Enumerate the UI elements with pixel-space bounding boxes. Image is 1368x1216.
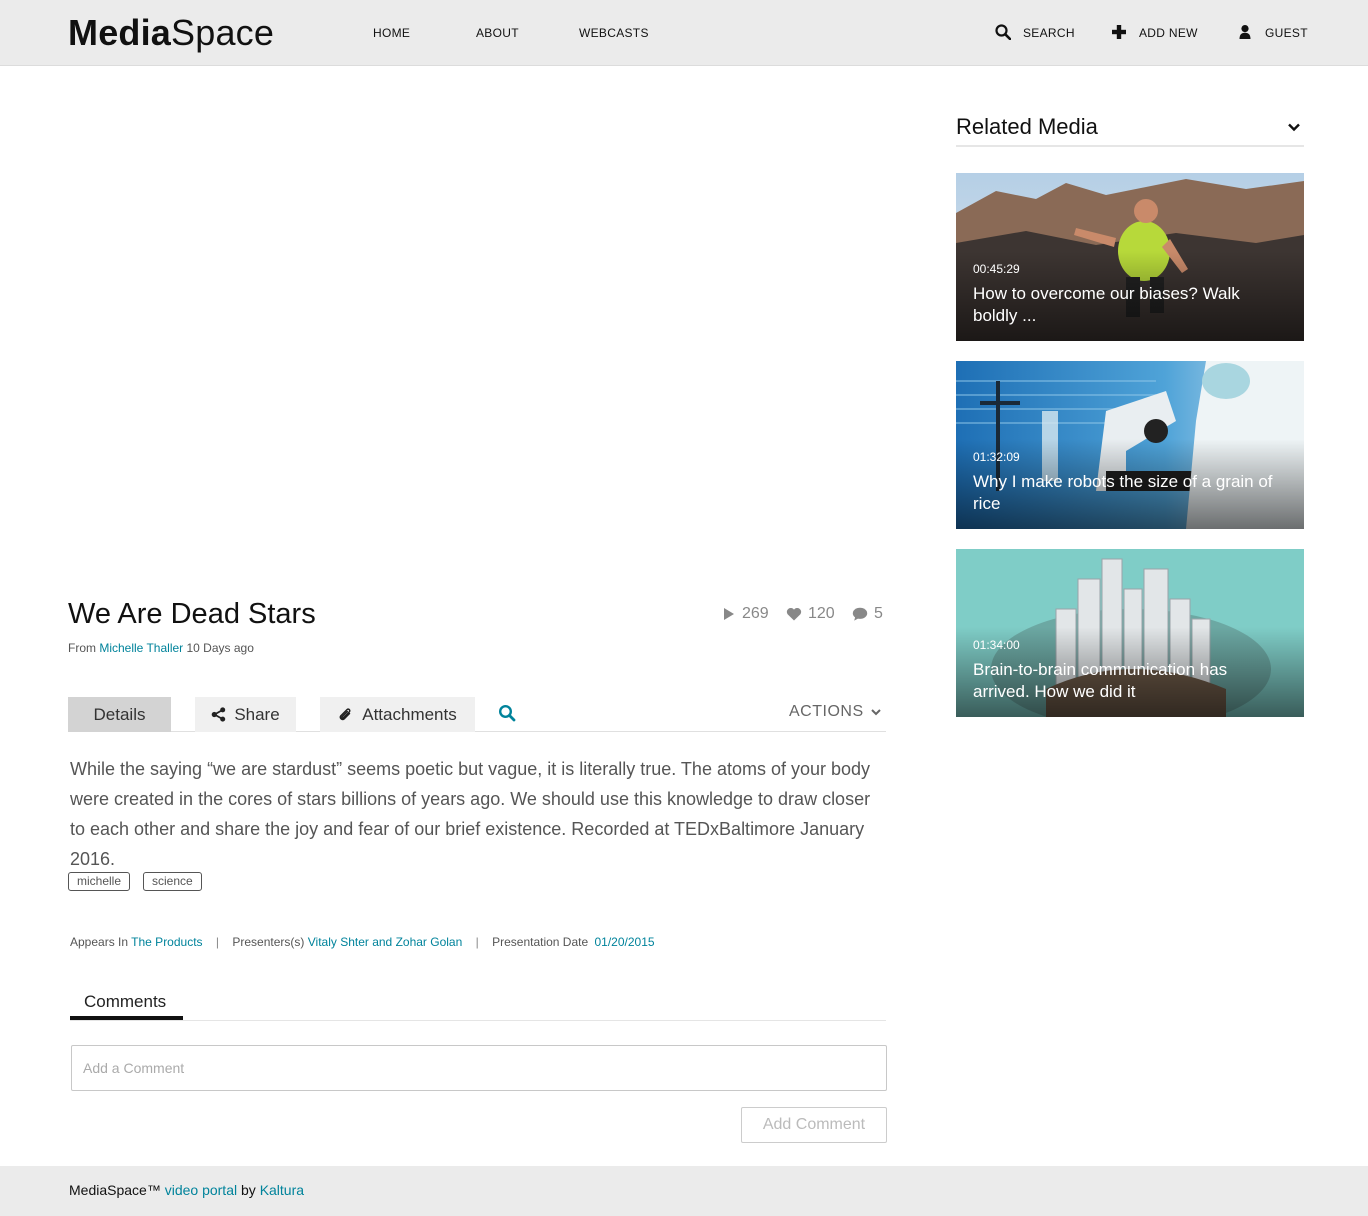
nav-webcasts[interactable]: WEBCASTS bbox=[579, 26, 649, 40]
duration-label: 01:34:00 bbox=[973, 638, 1020, 652]
related-media-item[interactable]: 00:45:29 How to overcome our biases? Wal… bbox=[956, 173, 1304, 341]
chevron-down-icon[interactable] bbox=[1286, 120, 1302, 134]
tab-comments[interactable]: Comments bbox=[84, 992, 166, 1012]
tab-details-label: Details bbox=[93, 704, 146, 724]
add-comment-button[interactable]: Add Comment bbox=[741, 1107, 887, 1143]
logo-bold-text: Media bbox=[68, 12, 172, 53]
top-header: MediaSpace HOME ABOUT WEBCASTS SEARCH AD… bbox=[0, 0, 1368, 66]
tag-michelle[interactable]: michelle bbox=[68, 872, 131, 891]
footer-text: MediaSpace™ video portal by Kaltura bbox=[69, 1182, 304, 1198]
actions-dropdown[interactable]: ACTIONS bbox=[789, 703, 882, 721]
tabs-divider bbox=[68, 731, 886, 732]
footer-brand: MediaSpace™ bbox=[69, 1182, 161, 1198]
media-age: 10 Days ago bbox=[186, 641, 254, 655]
likes-stat[interactable]: 120 bbox=[786, 604, 835, 624]
guest-menu[interactable]: GUEST bbox=[1265, 26, 1308, 40]
nav-about[interactable]: ABOUT bbox=[476, 26, 519, 40]
comments-count: 5 bbox=[874, 605, 883, 622]
user-icon[interactable] bbox=[1237, 24, 1253, 40]
author-link[interactable]: Michelle Thaller bbox=[99, 641, 183, 655]
search-button[interactable]: SEARCH bbox=[1023, 26, 1075, 40]
appears-in-label: Appears In bbox=[70, 935, 129, 949]
tag-science[interactable]: science bbox=[143, 872, 202, 891]
tab-attachments[interactable]: Attachments bbox=[320, 697, 475, 732]
comment-bubble-icon bbox=[852, 607, 868, 621]
related-media-title-text: Brain-to-brain communication has arrived… bbox=[973, 660, 1228, 701]
kaltura-link[interactable]: Kaltura bbox=[260, 1182, 304, 1198]
related-media-title-text: How to overcome our biases? Walk boldly … bbox=[973, 284, 1240, 325]
media-byline: From Michelle Thaller 10 Days ago bbox=[68, 641, 254, 655]
comments-divider bbox=[70, 1020, 886, 1021]
search-in-video-icon[interactable] bbox=[498, 704, 516, 722]
chevron-down-icon bbox=[870, 709, 881, 716]
media-details-line: Appears In The Products | Presenters(s) … bbox=[70, 935, 655, 949]
presentation-date-link[interactable]: 01/20/2015 bbox=[595, 935, 655, 949]
plays-stat: 269 bbox=[723, 604, 769, 624]
video-portal-link[interactable]: video portal bbox=[165, 1182, 237, 1198]
search-icon[interactable] bbox=[995, 24, 1011, 40]
presentation-date-label: Presentation Date bbox=[492, 935, 589, 949]
separator: | bbox=[475, 935, 479, 949]
tab-share-label: Share bbox=[234, 704, 280, 724]
duration-label: 00:45:29 bbox=[973, 262, 1020, 276]
from-label: From bbox=[68, 641, 96, 655]
tab-attachments-label: Attachments bbox=[362, 704, 457, 724]
likes-count: 120 bbox=[808, 605, 835, 622]
tab-details[interactable]: Details bbox=[68, 697, 171, 732]
related-media-title[interactable]: Related Media bbox=[956, 114, 1098, 140]
tab-share[interactable]: Share bbox=[195, 697, 296, 732]
presenters-link[interactable]: Vitaly Shter and Zohar Golan bbox=[308, 935, 463, 949]
related-media-item[interactable]: 01:34:00 Brain-to-brain communication ha… bbox=[956, 549, 1304, 717]
appears-in-link[interactable]: The Products bbox=[131, 935, 202, 949]
share-icon bbox=[212, 707, 226, 722]
presenters-label: Presenters(s) bbox=[232, 935, 305, 949]
related-media-divider bbox=[956, 145, 1304, 147]
logo-light-text: Space bbox=[171, 12, 275, 53]
media-title: We Are Dead Stars bbox=[68, 598, 316, 630]
paperclip-icon bbox=[339, 707, 351, 720]
plays-count: 269 bbox=[742, 605, 769, 622]
heart-icon[interactable] bbox=[786, 607, 802, 621]
mediaspace-logo[interactable]: MediaSpace bbox=[68, 12, 274, 54]
related-media-item[interactable]: 01:32:09 Why I make robots the size of a… bbox=[956, 361, 1304, 529]
related-media-title-text: Why I make robots the size of a grain of… bbox=[973, 472, 1273, 513]
separator: | bbox=[215, 935, 220, 949]
page-footer: MediaSpace™ video portal by Kaltura bbox=[0, 1166, 1368, 1216]
plus-icon[interactable] bbox=[1111, 24, 1127, 40]
comments-stat: 5 bbox=[852, 604, 883, 624]
media-description: While the saying “we are stardust” seems… bbox=[70, 759, 871, 869]
video-player[interactable] bbox=[68, 90, 886, 560]
footer-by: by bbox=[241, 1182, 256, 1198]
comment-input[interactable] bbox=[71, 1045, 887, 1091]
add-new-button[interactable]: ADD NEW bbox=[1139, 26, 1198, 40]
nav-home[interactable]: HOME bbox=[373, 26, 410, 40]
duration-label: 01:32:09 bbox=[973, 450, 1020, 464]
play-icon bbox=[724, 608, 734, 620]
actions-label: ACTIONS bbox=[789, 703, 864, 720]
